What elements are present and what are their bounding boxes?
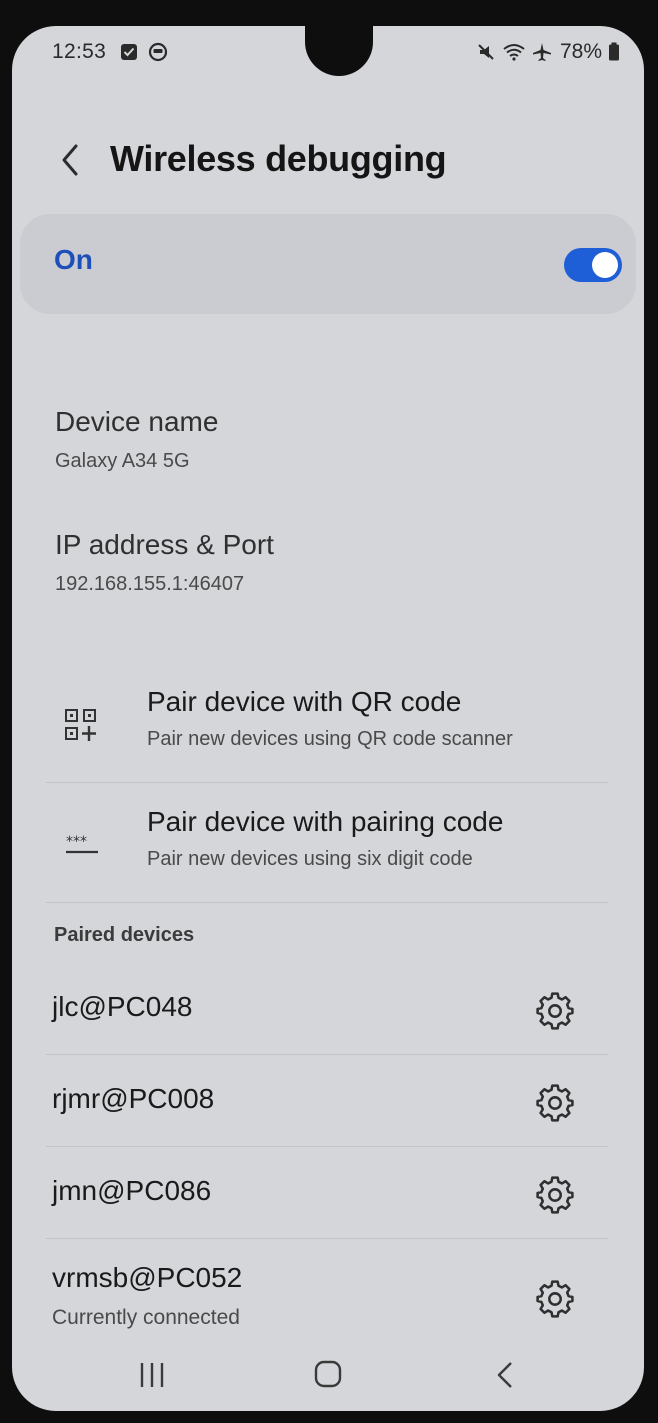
battery-percent: 78% bbox=[559, 40, 602, 63]
sync-circle-icon bbox=[148, 42, 168, 62]
svg-text:***: *** bbox=[66, 834, 87, 850]
paired-device-name: vrmsb@PC052 bbox=[52, 1262, 243, 1293]
gear-icon[interactable] bbox=[536, 1084, 574, 1122]
pair-qr-row[interactable]: Pair device with QR code Pair new device… bbox=[42, 676, 608, 786]
wifi-icon bbox=[503, 44, 525, 61]
status-right: 78% bbox=[476, 40, 620, 64]
navigation-bar bbox=[12, 1344, 644, 1404]
pair-code-row[interactable]: *** Pair device with pairing code Pair n… bbox=[42, 796, 608, 906]
paired-device-row[interactable]: jlc@PC048 bbox=[42, 966, 608, 1056]
paired-device-row[interactable]: vrmsb@PC052 Currently connected bbox=[42, 1242, 608, 1338]
phone-frame: 12:53 78% Wireless debugging On Device n… bbox=[0, 0, 658, 1423]
paired-devices-header: Paired devices bbox=[54, 924, 195, 946]
paired-device-name: rjmr@PC008 bbox=[52, 1083, 215, 1114]
toggle-knob bbox=[592, 252, 618, 278]
back-icon[interactable] bbox=[486, 1358, 526, 1392]
checkbox-notification-icon bbox=[121, 44, 137, 60]
divider bbox=[46, 1238, 608, 1239]
device-name-title: Device name bbox=[55, 406, 219, 437]
app-header: Wireless debugging bbox=[12, 126, 644, 196]
master-toggle-switch[interactable] bbox=[564, 248, 622, 282]
gear-icon[interactable] bbox=[536, 1280, 574, 1318]
airplane-icon bbox=[532, 43, 551, 61]
qr-code-icon bbox=[65, 709, 96, 741]
battery-icon bbox=[609, 42, 619, 61]
device-name-value: Galaxy A34 5G bbox=[55, 450, 190, 472]
pair-qr-title: Pair device with QR code bbox=[147, 686, 462, 717]
ip-port-item: IP address & Port 192.168.155.1:46407 bbox=[55, 529, 274, 596]
back-arrow-icon[interactable] bbox=[50, 136, 90, 184]
mute-icon bbox=[478, 44, 494, 60]
ip-port-value: 192.168.155.1:46407 bbox=[55, 573, 245, 595]
recent-apps-icon[interactable] bbox=[132, 1358, 172, 1392]
paired-device-row[interactable]: jmn@PC086 bbox=[42, 1150, 608, 1240]
divider bbox=[46, 902, 608, 903]
ip-port-title: IP address & Port bbox=[55, 529, 274, 560]
pair-code-title: Pair device with pairing code bbox=[147, 806, 504, 837]
gear-icon[interactable] bbox=[536, 1176, 574, 1214]
divider bbox=[46, 1054, 608, 1055]
divider bbox=[46, 782, 608, 783]
pair-qr-subtitle: Pair new devices using QR code scanner bbox=[147, 728, 513, 750]
divider bbox=[46, 1146, 608, 1147]
gear-icon[interactable] bbox=[536, 992, 574, 1030]
page-title: Wireless debugging bbox=[110, 138, 447, 179]
master-switch-label: On bbox=[54, 244, 93, 275]
screen: 12:53 78% Wireless debugging On Device n… bbox=[12, 26, 644, 1411]
paired-device-name: jlc@PC048 bbox=[52, 991, 193, 1022]
home-icon[interactable] bbox=[308, 1358, 348, 1392]
paired-device-name: jmn@PC086 bbox=[52, 1175, 212, 1206]
paired-device-row[interactable]: rjmr@PC008 bbox=[42, 1058, 608, 1148]
pair-code-subtitle: Pair new devices using six digit code bbox=[147, 848, 473, 870]
pairing-code-icon: *** bbox=[66, 834, 98, 854]
connection-status: Currently connected bbox=[52, 1306, 240, 1329]
master-switch-card[interactable]: On bbox=[20, 214, 636, 314]
status-left-icons bbox=[120, 42, 168, 62]
device-name-item: Device name Galaxy A34 5G bbox=[55, 406, 218, 473]
status-time: 12:53 bbox=[52, 40, 107, 63]
